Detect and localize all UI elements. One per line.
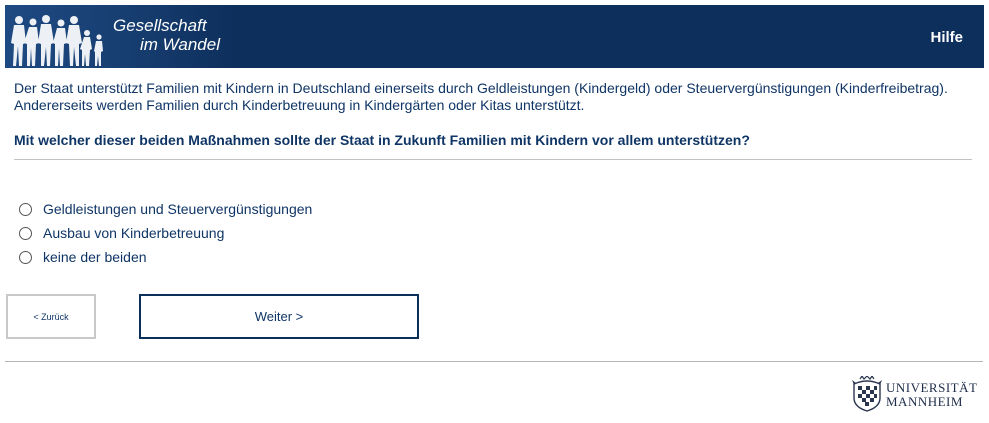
option-label: keine der beiden [43, 249, 147, 265]
footer-divider [5, 361, 983, 362]
logo-text: Gesellschaft im Wandel [113, 16, 220, 54]
logo-line-2: im Wandel [140, 35, 220, 54]
back-button[interactable]: < Zurück [6, 294, 96, 339]
logo-line-1: Gesellschaft [113, 16, 207, 35]
university-line-2: MANNHEIM [886, 394, 963, 409]
university-line-1: UNIVERSITÄT [886, 380, 978, 395]
question-text: Mit welcher dieser beiden Maßnahmen soll… [14, 132, 750, 148]
logo: Gesellschaft im Wandel [5, 5, 235, 68]
header-banner: Gesellschaft im Wandel Hilfe [5, 5, 984, 68]
people-silhouettes-icon [11, 15, 103, 66]
university-logo: UNIVERSITÄT MANNHEIM [850, 376, 984, 412]
next-button[interactable]: Weiter > [139, 294, 419, 339]
option-label: Ausbau von Kinderbetreuung [43, 225, 225, 241]
university-name: UNIVERSITÄT MANNHEIM [886, 381, 977, 409]
intro-text: Der Staat unterstützt Familien mit Kinde… [14, 80, 948, 113]
crest-icon [852, 376, 882, 412]
divider [14, 159, 972, 160]
option-kinderbetreuung[interactable]: Ausbau von Kinderbetreuung [18, 221, 312, 245]
answer-options: Geldleistungen und Steuervergünstigungen… [18, 197, 312, 269]
radio-button[interactable] [19, 202, 32, 216]
option-label: Geldleistungen und Steuervergünstigungen [43, 201, 313, 217]
radio-button[interactable] [19, 226, 32, 240]
option-keine[interactable]: keine der beiden [18, 245, 312, 269]
option-geldleistungen[interactable]: Geldleistungen und Steuervergünstigungen [18, 197, 312, 221]
radio-button[interactable] [19, 250, 32, 264]
help-link[interactable]: Hilfe [930, 29, 963, 46]
